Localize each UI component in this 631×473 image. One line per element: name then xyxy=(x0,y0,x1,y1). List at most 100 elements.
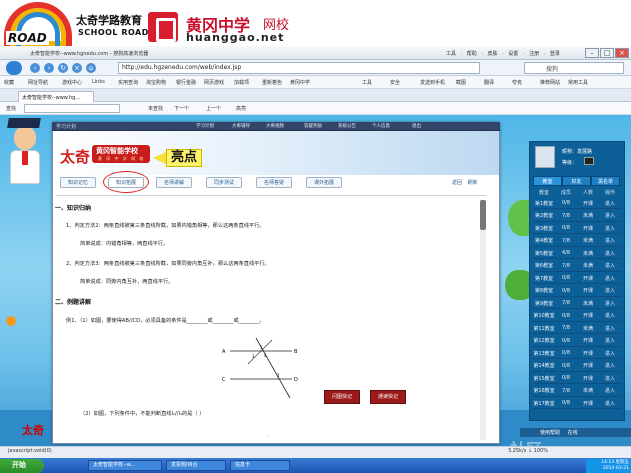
table-row[interactable]: 第4教室 7/8 未满 进入 xyxy=(533,236,621,247)
table-row[interactable]: 第13教室 0/8 开课 进入 xyxy=(533,348,621,359)
table-row[interactable]: 第9教室 7/8 未满 进入 xyxy=(533,298,621,309)
table-row[interactable]: 第12教室 0/8 开课 进入 xyxy=(533,336,621,347)
table-row[interactable]: 第3教室 0/8 开课 进入 xyxy=(533,223,621,234)
favorite-link[interactable]: 加载项 xyxy=(234,79,249,86)
top-nav-item[interactable]: 退出 xyxy=(412,123,421,129)
refresh-icon[interactable]: ↻ xyxy=(58,63,68,73)
find-control[interactable]: 未查找 xyxy=(148,105,163,112)
back-icon[interactable]: ‹ xyxy=(30,63,40,73)
close-button[interactable]: × xyxy=(615,48,629,58)
table-row[interactable]: 第7教室 0/8 开课 进入 xyxy=(533,273,621,284)
scrollbar-track[interactable] xyxy=(480,200,486,440)
table-row[interactable]: 第1教室 0/8 开课 进入 xyxy=(533,198,621,209)
stop-icon[interactable]: × xyxy=(72,63,82,73)
table-row[interactable]: 第10教室 0/8 开课 进入 xyxy=(533,311,621,322)
side-tab-icon[interactable] xyxy=(6,316,16,326)
table-row[interactable]: 第14教室 0/8 开课 进入 xyxy=(533,361,621,372)
favorite-link[interactable]: 实用查询 xyxy=(118,79,138,86)
enter-classroom-link[interactable]: 进入 xyxy=(599,275,621,282)
minimize-button[interactable]: – xyxy=(585,48,599,58)
top-nav-item[interactable]: 个人信息 xyxy=(372,123,390,129)
table-row[interactable]: 第5教室 4/8 未满 进入 xyxy=(533,248,621,259)
enter-classroom-link[interactable]: 进入 xyxy=(599,200,621,207)
address-text[interactable]: http://edu.hgzenedu.com/web/index.jsp xyxy=(122,64,241,71)
enter-classroom-link[interactable]: 进入 xyxy=(599,337,621,344)
flash-memorize-button[interactable]: 闪图快记 xyxy=(324,390,360,404)
favorite-link[interactable]: 夸克 xyxy=(512,79,522,86)
top-nav-item[interactable]: 学习计划 xyxy=(196,123,214,129)
maximize-button[interactable]: □ xyxy=(600,48,614,58)
enter-classroom-link[interactable]: 进入 xyxy=(599,350,621,357)
tab-extracurricular[interactable]: 课外拓展 xyxy=(306,177,342,188)
table-row[interactable]: 第2教室 7/8 未满 进入 xyxy=(533,211,621,222)
enter-classroom-link[interactable]: 进入 xyxy=(599,362,621,369)
enter-classroom-link[interactable]: 进入 xyxy=(599,225,621,232)
table-row[interactable]: 第6教室 7/8 未满 进入 xyxy=(533,261,621,272)
favorite-link[interactable]: 发送到手机 xyxy=(420,79,445,86)
enter-classroom-link[interactable]: 进入 xyxy=(599,237,621,244)
enter-classroom-link[interactable]: 进入 xyxy=(599,287,621,294)
tab-teacher-qa[interactable]: 名师答疑 xyxy=(256,177,292,188)
favorite-link[interactable]: 收藏 xyxy=(4,79,14,86)
favorite-link[interactable]: 翻译 xyxy=(484,79,494,86)
top-nav-item[interactable]: 大奇视频 xyxy=(266,123,284,129)
window-menus[interactable]: 工具 · 帮助 · 皮肤 · 设置 · 注册 · 登录 xyxy=(446,50,560,57)
tab-friends[interactable]: 好友 xyxy=(562,176,591,186)
top-nav-item[interactable]: 系统公告 xyxy=(338,123,356,129)
taskbar-item[interactable]: 太奇智能学校--w... xyxy=(88,460,162,471)
home-icon[interactable]: ⌂ xyxy=(86,63,96,73)
find-control[interactable]: 高亮 xyxy=(236,105,246,112)
favorite-link[interactable]: 银行金融 xyxy=(176,79,196,86)
find-control[interactable]: 下一个 xyxy=(174,105,189,112)
enter-classroom-link[interactable]: 进入 xyxy=(599,212,621,219)
top-nav-item[interactable]: 大奇辅导 xyxy=(232,123,250,129)
forward-icon[interactable]: › xyxy=(44,63,54,73)
find-control[interactable]: 查找 xyxy=(6,105,16,112)
favorite-link[interactable]: 工具 xyxy=(362,79,372,86)
table-row[interactable]: 第16教室 7/8 未满 进入 xyxy=(533,386,621,397)
favorite-link[interactable]: Links xyxy=(92,79,105,85)
favorite-link[interactable]: 网页游戏 xyxy=(204,79,224,86)
content-line: 1、判定方法2：两条直线被第三条直线所截，如果内错角相等，那么这两条直线平行。 xyxy=(66,223,265,229)
taskbar-item[interactable]: 发票题I目合 xyxy=(166,460,226,471)
enter-classroom-link[interactable]: 进入 xyxy=(599,250,621,257)
read-memorize-button[interactable]: 通读快记 xyxy=(370,390,406,404)
find-input[interactable] xyxy=(24,104,120,113)
footer-help-links[interactable]: 使用帮助 在线 xyxy=(540,429,578,436)
favorite-link[interactable]: 重新着色 xyxy=(262,79,282,86)
favorite-link[interactable]: 截图 xyxy=(456,79,466,86)
top-nav-item[interactable]: 答疑奖励 xyxy=(304,123,322,129)
enter-classroom-link[interactable]: 进入 xyxy=(599,400,621,407)
table-row[interactable]: 第11教室 7/8 未满 进入 xyxy=(533,323,621,334)
enter-classroom-link[interactable]: 进入 xyxy=(599,387,621,394)
find-control[interactable]: 上一个 xyxy=(206,105,221,112)
favorite-link[interactable]: 淘宝购物 xyxy=(146,79,166,86)
favorite-link[interactable]: 安全 xyxy=(390,79,400,86)
favorite-link[interactable]: 黄冈中学 xyxy=(290,79,310,86)
table-row[interactable]: 第15教室 0/8 开课 进入 xyxy=(533,373,621,384)
table-row[interactable]: 第8教室 0/8 开课 进入 xyxy=(533,286,621,297)
favorite-link[interactable]: 网址导航 xyxy=(28,79,48,86)
start-button[interactable]: 开始 xyxy=(0,459,44,473)
taskbar-item[interactable]: 信息卡 xyxy=(230,460,290,471)
return-refresh-links[interactable]: 返回 刷新 xyxy=(452,179,478,186)
enter-classroom-link[interactable]: 进入 xyxy=(599,325,621,332)
table-cell: 第7教室 xyxy=(534,275,554,282)
browser-tab[interactable]: 太奇智能学校--www.hg... xyxy=(18,91,94,102)
browser-logo-icon[interactable] xyxy=(6,61,22,75)
enter-classroom-link[interactable]: 进入 xyxy=(599,312,621,319)
tab-knowledge-memory[interactable]: 知识记忆 xyxy=(60,177,96,188)
enter-classroom-link[interactable]: 进入 xyxy=(599,262,621,269)
tab-sync-test[interactable]: 同步测试 xyxy=(206,177,242,188)
enter-classroom-link[interactable]: 进入 xyxy=(599,375,621,382)
favorite-link[interactable]: 游戏中心 xyxy=(62,79,82,86)
tab-blacklist[interactable]: 黑名单 xyxy=(591,176,620,186)
scrollbar-thumb[interactable] xyxy=(480,200,486,230)
favorite-link[interactable]: 常用工具 xyxy=(568,79,588,86)
table-row[interactable]: 第17教室 0/8 开课 进入 xyxy=(533,398,621,409)
tab-classroom[interactable]: 教室 xyxy=(533,176,562,186)
tab-teacher-lecture[interactable]: 名师讲解 xyxy=(156,177,192,188)
enter-classroom-link[interactable]: 进入 xyxy=(599,300,621,307)
search-input[interactable] xyxy=(524,62,624,74)
favorite-link[interactable]: 推荐网站 xyxy=(540,79,560,86)
